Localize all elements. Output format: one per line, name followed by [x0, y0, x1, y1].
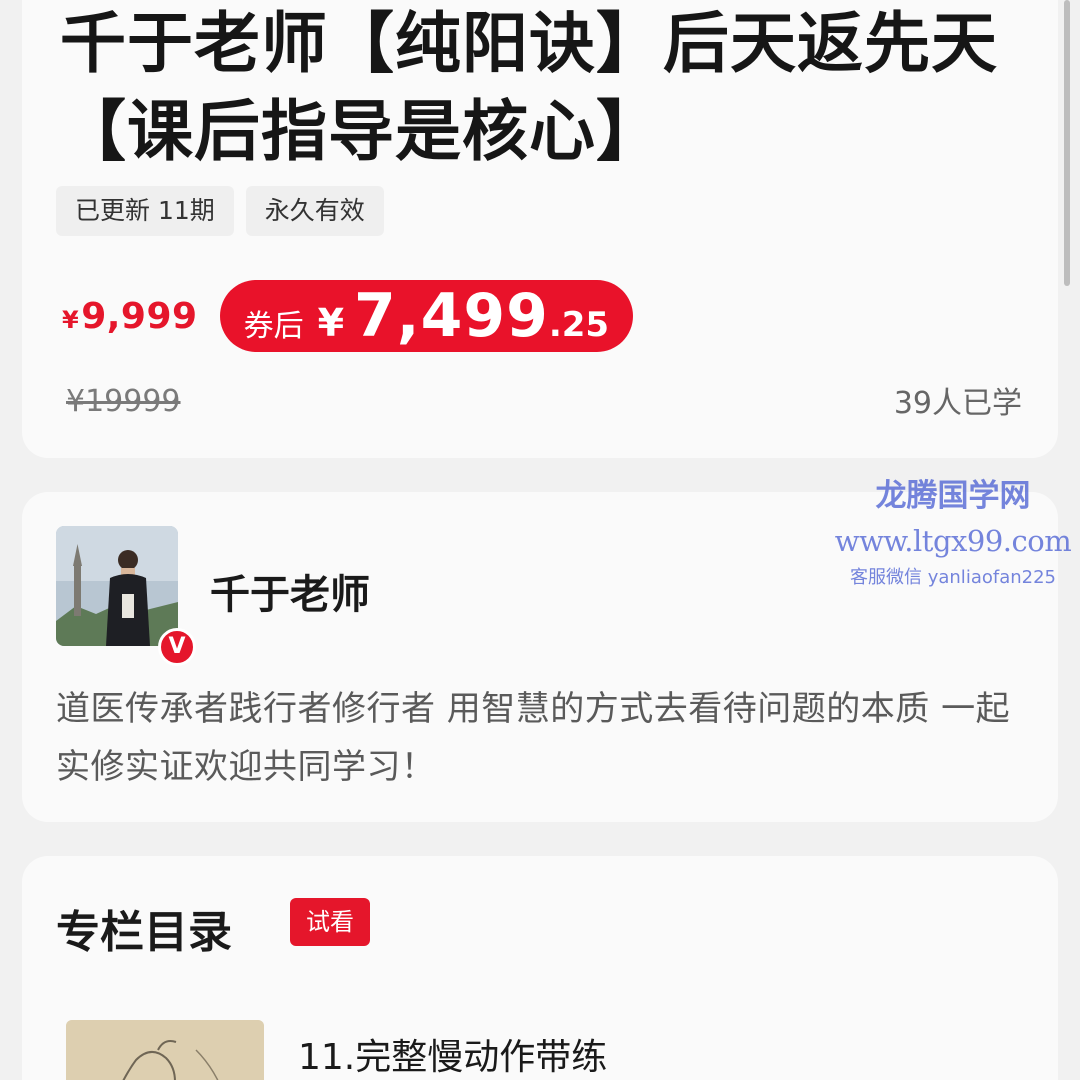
- course-info-card: 千于老师【纯阳诀】后天返先天【课后指导是核心】 已更新 11期 永久有效 ¥9,…: [22, 0, 1058, 458]
- column-catalog-card: 专栏目录 试看 11.完整慢动作带练: [22, 856, 1058, 1080]
- update-count-tag: 已更新 11期: [56, 186, 234, 236]
- trial-badge[interactable]: 试看: [290, 898, 370, 946]
- price-row: ¥9,999 券后 ¥ 7,499 .25: [62, 280, 634, 352]
- lesson-thumbnail-image: [66, 1020, 264, 1080]
- teacher-name[interactable]: 千于老师: [210, 562, 370, 620]
- coupon-price-integer: 7,499: [354, 281, 549, 351]
- validity-tag: 永久有效: [245, 186, 384, 236]
- lesson-title[interactable]: 11.完整慢动作带练: [298, 1028, 607, 1080]
- coupon-label: 券后: [243, 309, 304, 344]
- watermark-brand: 龙腾国学网: [875, 478, 1031, 514]
- avatar-photo: [56, 526, 178, 646]
- site-watermark: 龙腾国学网 www.ltgx99.com 客服微信 yanliaofan225: [828, 474, 1078, 592]
- watermark-contact: 客服微信 yanliaofan225: [850, 567, 1056, 588]
- coupon-price-pill[interactable]: 券后 ¥ 7,499 .25: [219, 280, 634, 352]
- course-tags: 已更新 11期 永久有效: [56, 186, 384, 236]
- verified-badge-icon: V: [158, 628, 196, 666]
- teacher-avatar[interactable]: [56, 526, 178, 646]
- teacher-bio: 道医传承者践行者修行者 用智慧的方式去看待问题的本质 一起实修实证欢迎共同学习！: [56, 689, 1011, 787]
- course-title: 千于老师【纯阳诀】后天返先天【课后指导是核心】: [60, 5, 998, 170]
- course-detail-page: 千于老师【纯阳诀】后天返先天【课后指导是核心】 已更新 11期 永久有效 ¥9,…: [0, 0, 1080, 1080]
- original-price: ¥19999: [66, 384, 181, 419]
- scrollbar[interactable]: [1064, 0, 1070, 286]
- lesson-thumbnail[interactable]: [66, 1020, 264, 1080]
- current-price: ¥9,999: [62, 296, 198, 337]
- price-currency-symbol: ¥: [62, 305, 80, 334]
- watermark-url: www.ltgx99.com: [834, 524, 1072, 558]
- catalog-title: 专栏目录: [56, 907, 232, 958]
- price-value: 9,999: [81, 295, 198, 337]
- coupon-price-decimal: .25: [548, 305, 610, 345]
- coupon-currency-symbol: ¥: [317, 301, 345, 345]
- learner-count: 39人已学: [893, 386, 1022, 421]
